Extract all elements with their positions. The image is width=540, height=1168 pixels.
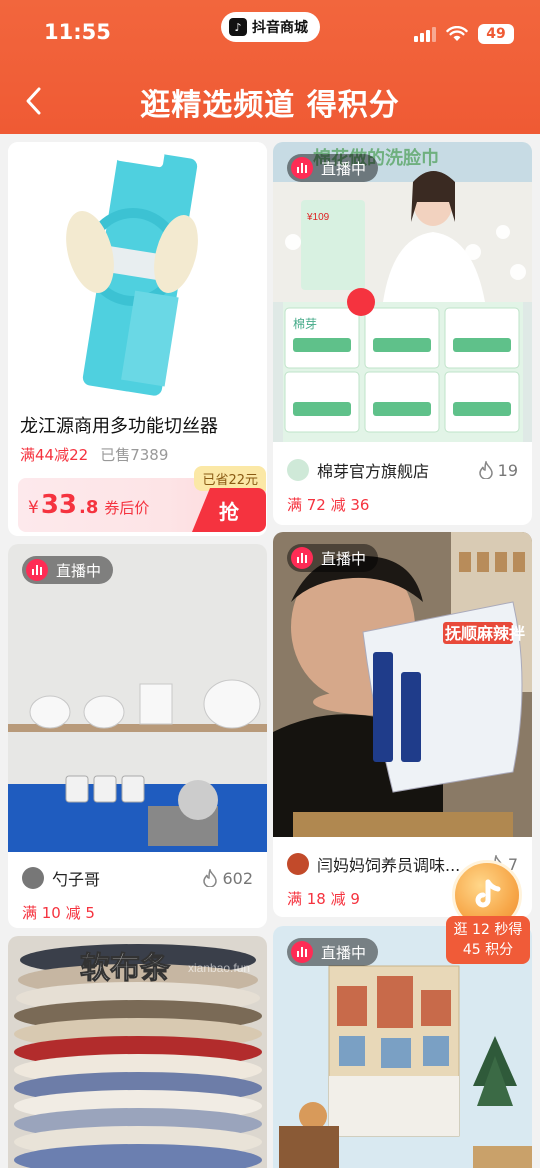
price-decimal: .8 bbox=[79, 497, 99, 518]
sold-count: 已售7389 bbox=[100, 446, 169, 464]
price-integer: 33 bbox=[40, 490, 78, 520]
live-badge: 直播中 bbox=[287, 544, 379, 572]
live-badge-label: 直播中 bbox=[321, 159, 367, 178]
product-title: 龙江源商用多功能切丝器 bbox=[20, 416, 218, 437]
shop-name: 棉芽官方旗舰店 bbox=[317, 462, 430, 481]
reward-line-1: 逛 12 秒得 bbox=[453, 922, 523, 938]
status-time: 11:55 bbox=[44, 20, 111, 44]
saved-badge: 已省22元 bbox=[194, 466, 266, 491]
bottom-left-card[interactable]: 软布条 xianbao.fun bbox=[8, 936, 267, 1168]
product-image bbox=[8, 142, 267, 402]
image-text-price: ¥109 bbox=[306, 212, 330, 223]
battery-indicator: 49 bbox=[478, 24, 514, 44]
watermark-text: xianbao.fun bbox=[188, 961, 250, 975]
promo-label: 满44减22 bbox=[20, 446, 89, 464]
app-indicator-pill[interactable]: ♪ 抖音商城 bbox=[221, 12, 320, 42]
live-badge-label: 直播中 bbox=[321, 549, 367, 568]
promo-label: 满 18 减 9 bbox=[287, 890, 360, 908]
wifi-icon bbox=[446, 26, 468, 41]
signal-icon bbox=[414, 26, 436, 42]
app-name: 抖音商城 bbox=[252, 20, 308, 36]
currency-symbol: ¥ bbox=[28, 498, 39, 518]
live-bars-icon bbox=[291, 547, 313, 569]
shop-avatar bbox=[287, 459, 309, 481]
promo-label: 满 10 减 5 bbox=[22, 904, 95, 922]
shop-name: 勺子哥 bbox=[52, 870, 101, 889]
shop-avatar bbox=[287, 853, 309, 875]
live-badge-label: 直播中 bbox=[321, 943, 367, 962]
live-stream-image bbox=[8, 544, 267, 852]
price-note: 券后价 bbox=[104, 499, 150, 517]
reward-label: 逛 12 秒得 45 积分 bbox=[446, 916, 530, 964]
live-bars-icon bbox=[291, 941, 313, 963]
live-card-spoon[interactable]: 直播中 勺子哥 602 满 10 减 5 bbox=[8, 544, 267, 928]
shop-avatar bbox=[22, 867, 44, 889]
price: ¥ 33 .8 券后价 bbox=[28, 490, 149, 520]
flame-icon bbox=[478, 461, 493, 479]
fabric-strip-image: 软布条 xianbao.fun bbox=[8, 936, 267, 1168]
heat-count: 19 bbox=[497, 460, 518, 480]
promo-label: 满 72 减 36 bbox=[287, 496, 370, 514]
header: 11:55 ♪ 抖音商城 49 逛精选频道 得积分 bbox=[0, 0, 540, 134]
live-bars-icon bbox=[291, 157, 313, 179]
live-badge: 直播中 bbox=[287, 938, 379, 966]
status-icons: 49 bbox=[414, 24, 514, 44]
heat: 602 bbox=[202, 869, 253, 888]
price-bar[interactable]: ¥ 33 .8 券后价 已省22元 抢 bbox=[18, 466, 266, 532]
product-card[interactable]: 龙江源商用多功能切丝器 满44减22 已售7389 ¥ 33 .8 券后价 已省… bbox=[8, 142, 267, 536]
live-badge-label: 直播中 bbox=[56, 561, 102, 580]
live-badge: 直播中 bbox=[287, 154, 379, 182]
image-text-label: 抚顺麻辣拌 bbox=[445, 624, 525, 643]
live-stream-image: 棉花做的洗脸巾 ¥109 棉芽 bbox=[273, 142, 532, 442]
douyin-logo-icon: ♪ bbox=[229, 18, 247, 36]
image-text-brand: 棉芽 bbox=[293, 317, 317, 331]
page-title: 逛精选频道 得积分 bbox=[140, 88, 400, 123]
reward-timer-widget[interactable]: 逛 12 秒得 45 积分 bbox=[446, 860, 530, 968]
shop-row[interactable]: 棉芽官方旗舰店 19 bbox=[287, 458, 518, 482]
live-bars-icon bbox=[26, 559, 48, 581]
live-badge: 直播中 bbox=[22, 556, 114, 584]
reward-line-2: 45 积分 bbox=[462, 942, 514, 958]
heat-count: 602 bbox=[222, 868, 253, 888]
flame-icon bbox=[203, 869, 218, 887]
live-card-cotton[interactable]: 棉花做的洗脸巾 ¥109 棉芽 直播中 棉芽官方旗舰店 19 满 72 减 36 bbox=[273, 142, 532, 525]
image-text-label: 软布条 bbox=[80, 952, 170, 985]
shop-row[interactable]: 勺子哥 602 bbox=[22, 866, 253, 890]
product-meta: 满44减22 已售7389 bbox=[20, 444, 168, 465]
live-stream-image: 抚顺麻辣拌 bbox=[273, 532, 532, 837]
heat: 19 bbox=[478, 461, 518, 480]
grab-button[interactable]: 抢 bbox=[192, 488, 266, 532]
